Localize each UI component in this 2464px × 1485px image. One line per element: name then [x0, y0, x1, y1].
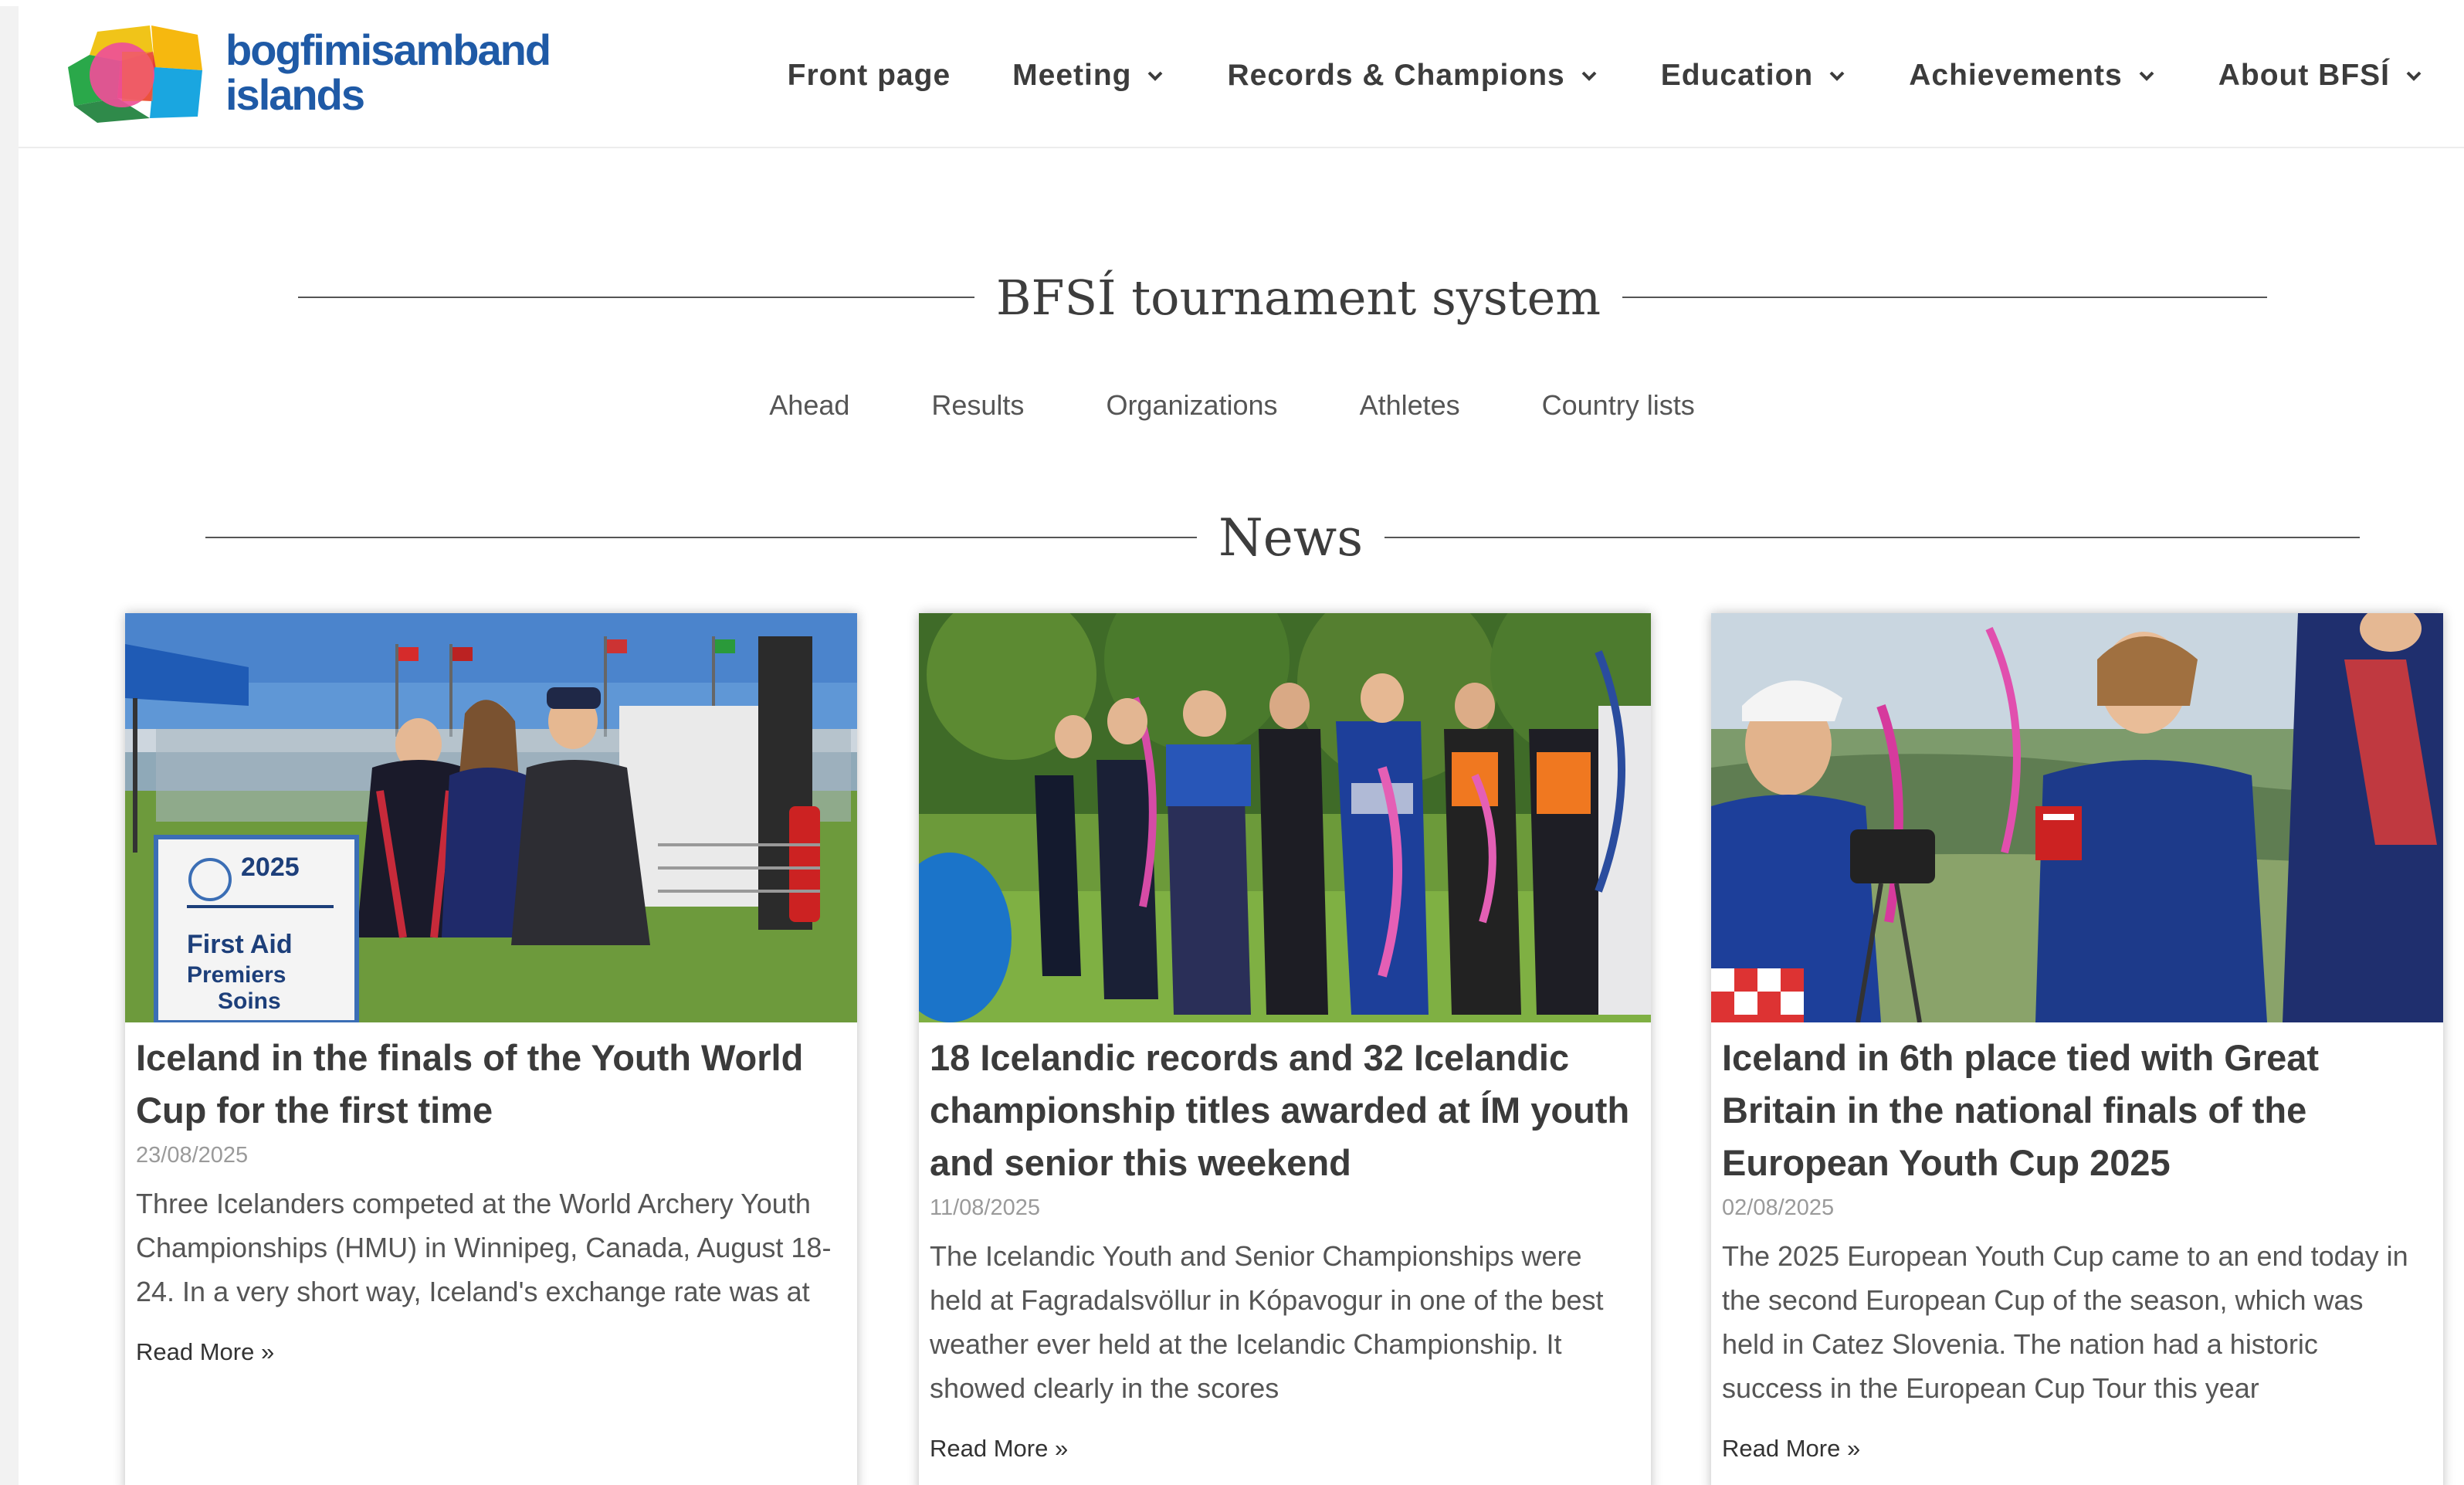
- news-card: 2025 First Aid Premiers Soins Iceland in…: [125, 613, 857, 1485]
- subnav-organizations[interactable]: Organizations: [1106, 389, 1277, 422]
- nav-item-front-page[interactable]: Front page: [788, 59, 951, 93]
- archers-photo-image: [1711, 613, 2443, 1022]
- news-card-excerpt: The Icelandic Youth and Senior Champions…: [930, 1240, 1604, 1404]
- news-card-image[interactable]: 2025 First Aid Premiers Soins: [125, 613, 857, 1022]
- news-card-date: 11/08/2025: [930, 1195, 1040, 1220]
- chevron-down-icon: [1829, 71, 1845, 81]
- nav-item-records-champions[interactable]: Records & Champions: [1227, 59, 1598, 93]
- tournament-subnav: Ahead Results Organizations Athletes Cou…: [0, 389, 2464, 422]
- subnav-country-lists[interactable]: Country lists: [1542, 389, 1695, 422]
- news-card-excerpt: Three Icelanders competed at the World A…: [136, 1188, 832, 1307]
- nav-item-meeting[interactable]: Meeting: [1012, 59, 1165, 93]
- news-title: News: [1218, 507, 1364, 568]
- nav-item-label: Achievements: [1909, 59, 2123, 92]
- news-card-title[interactable]: Iceland in the finals of the Youth World…: [136, 1032, 837, 1137]
- heading-rule-left: [205, 537, 1197, 538]
- news-card-title[interactable]: Iceland in 6th place tied with Great Bri…: [1722, 1032, 2423, 1189]
- news-card-image[interactable]: [1711, 613, 2443, 1022]
- news-heading: News: [205, 502, 2360, 573]
- news-card: Iceland in 6th place tied with Great Bri…: [1711, 613, 2443, 1485]
- nav-item-label: Front page: [787, 59, 951, 92]
- site-logo[interactable]: bogfimisamband islands: [66, 19, 551, 127]
- news-card-image[interactable]: [919, 613, 1651, 1022]
- sign-soins: Soins: [218, 988, 281, 1014]
- main-nav: Front page Meeting Records & Champions E…: [788, 45, 2424, 107]
- logo-wordmark: bogfimisamband islands: [225, 25, 551, 119]
- heading-rule-left: [298, 297, 974, 298]
- chevron-down-icon: [2139, 71, 2154, 81]
- chevron-down-icon: [1148, 71, 1163, 81]
- sign-premiers: Premiers: [187, 962, 286, 988]
- heading-rule-right: [1385, 537, 2360, 538]
- news-card-body: Iceland in the finals of the Youth World…: [125, 1032, 857, 1366]
- nav-item-education[interactable]: Education: [1661, 59, 1848, 93]
- read-more-link[interactable]: Read More »: [1722, 1435, 2423, 1463]
- news-card-body: 18 Icelandic records and 32 Icelandic ch…: [919, 1032, 1651, 1463]
- nav-item-label: Education: [1660, 59, 1814, 92]
- read-more-link[interactable]: Read More »: [136, 1338, 837, 1366]
- chevron-down-icon: [1581, 71, 1597, 81]
- subnav-athletes[interactable]: Athletes: [1360, 389, 1460, 422]
- news-card-date: 23/08/2025: [136, 1143, 249, 1168]
- news-card-body: Iceland in 6th place tied with Great Bri…: [1711, 1032, 2443, 1463]
- nav-item-label: Records & Champions: [1227, 59, 1565, 92]
- chevron-down-icon: [2406, 71, 2422, 81]
- nav-item-label: Meeting: [1012, 59, 1132, 92]
- tournament-title: BFSÍ tournament system: [996, 269, 1601, 326]
- nav-item-achievements[interactable]: Achievements: [1909, 59, 2156, 93]
- nav-item-label: About BFSÍ: [2218, 59, 2390, 92]
- logo-line-2: islands: [225, 70, 365, 119]
- nav-item-about[interactable]: About BFSÍ: [2218, 59, 2424, 93]
- heading-rule-right: [1622, 297, 2267, 298]
- logo-mark-icon: [68, 25, 202, 123]
- news-card: 18 Icelandic records and 32 Icelandic ch…: [919, 613, 1651, 1485]
- subnav-ahead[interactable]: Ahead: [769, 389, 849, 422]
- news-card-excerpt: The 2025 European Youth Cup came to an e…: [1722, 1240, 2408, 1404]
- tournament-heading: BFSÍ tournament system: [298, 263, 2267, 332]
- sign-year: 2025: [241, 853, 300, 882]
- sign-first-aid: First Aid: [187, 930, 293, 959]
- read-more-link[interactable]: Read More »: [930, 1435, 1631, 1463]
- news-card-title[interactable]: 18 Icelandic records and 32 Icelandic ch…: [930, 1032, 1631, 1189]
- news-card-date: 02/08/2025: [1722, 1195, 1835, 1220]
- archers-photo-image: [919, 613, 1651, 1022]
- subnav-results[interactable]: Results: [931, 389, 1024, 422]
- site-header: bogfimisamband islands Front page Meetin…: [19, 6, 2464, 148]
- archers-photo-image: 2025 First Aid Premiers Soins: [125, 613, 857, 1022]
- logo-line-1: bogfimisamband: [225, 25, 551, 74]
